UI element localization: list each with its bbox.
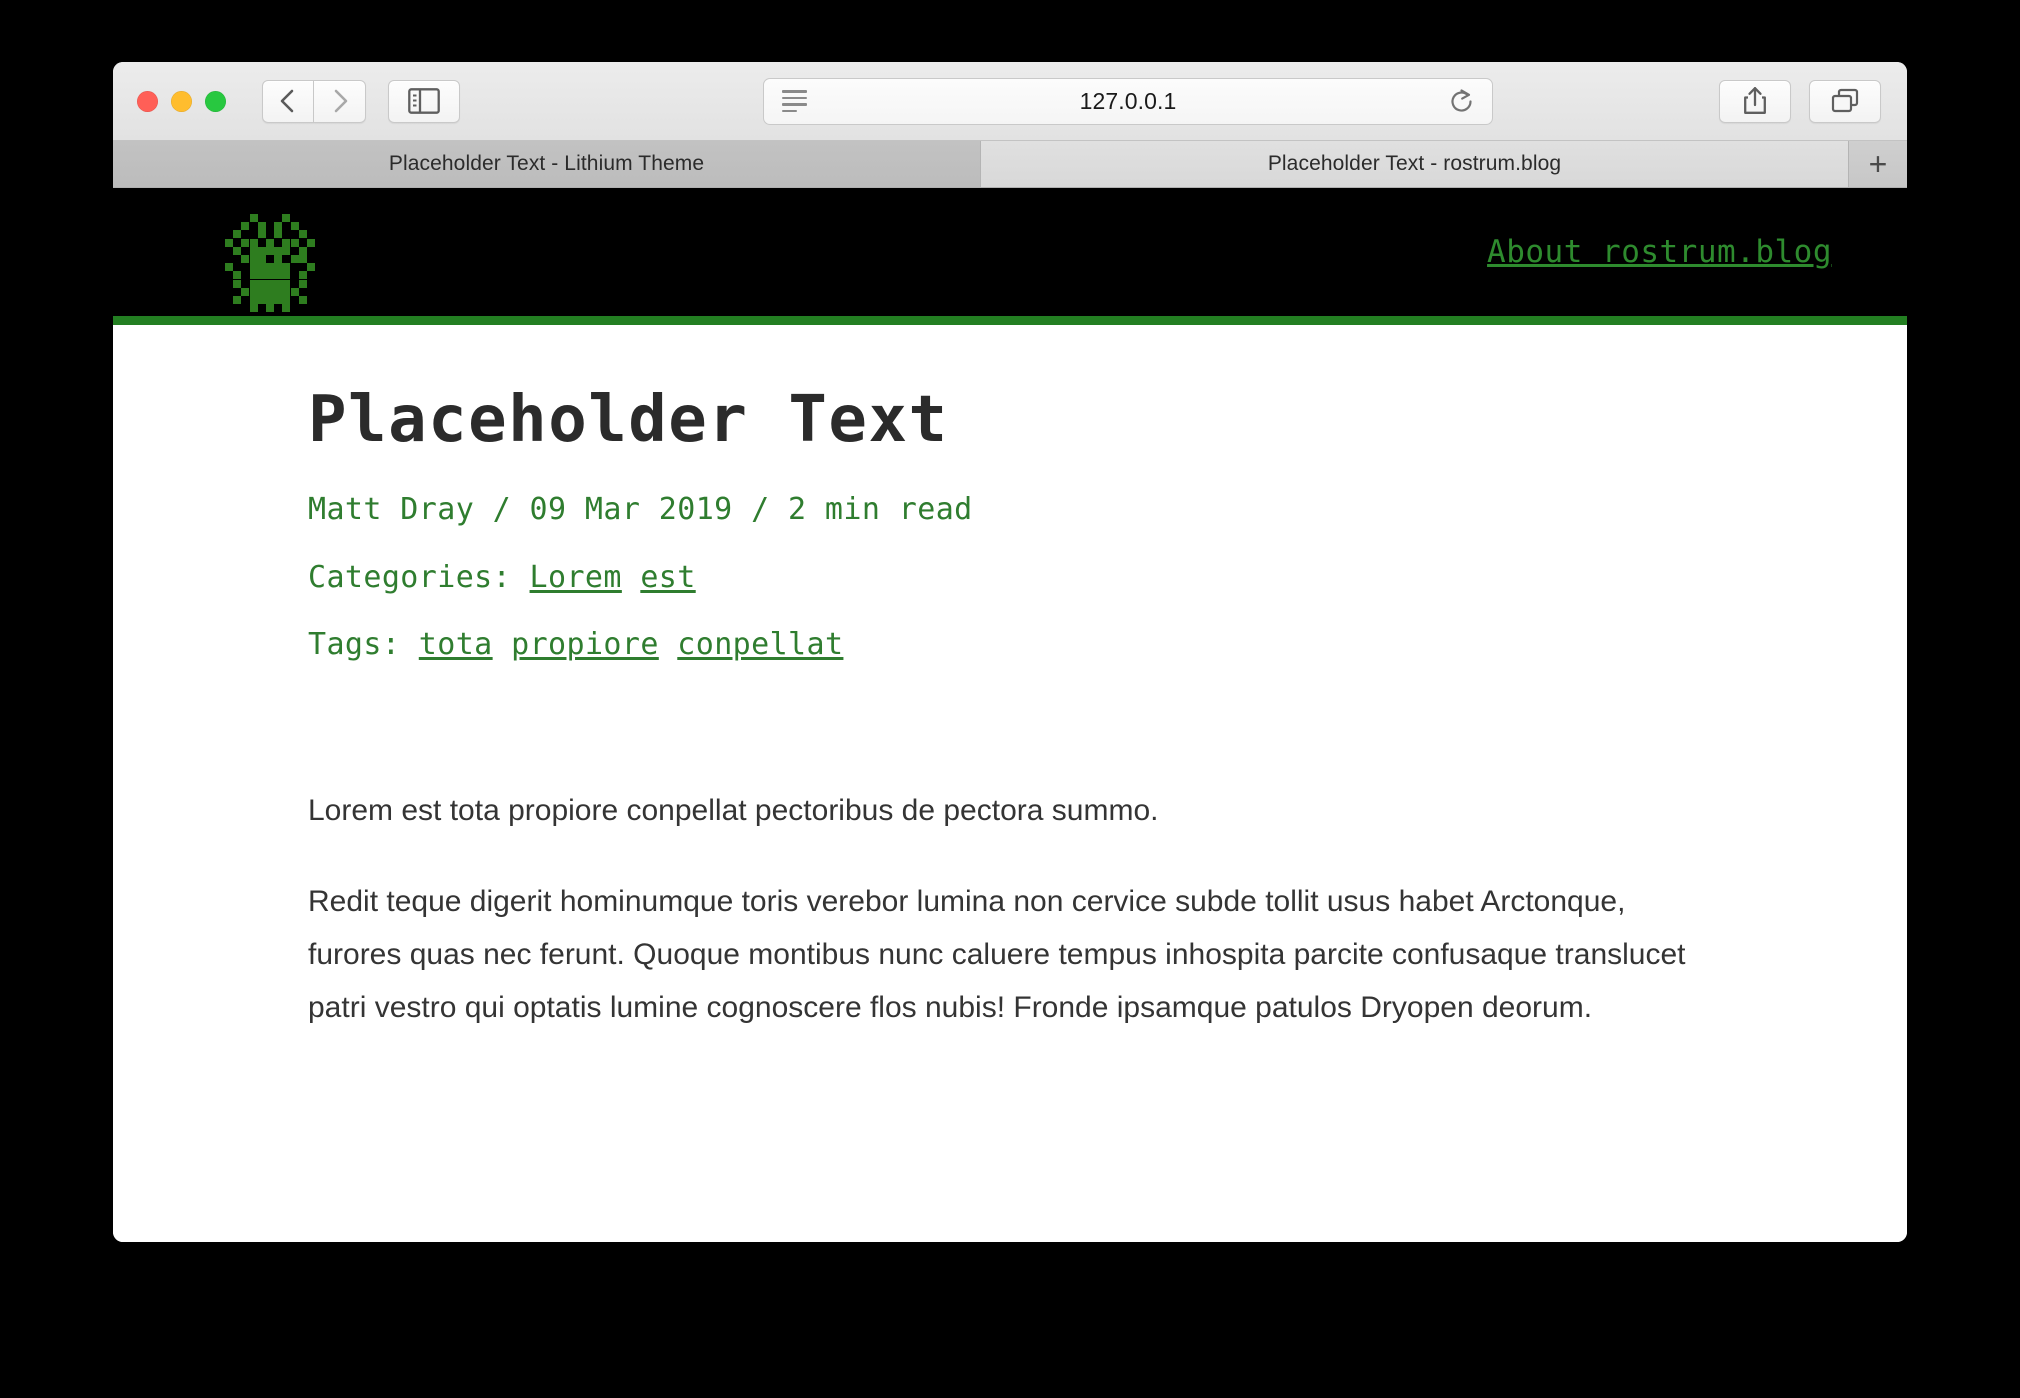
paragraph-2: Redit teque digerit hominumque toris ver… <box>308 885 1686 1025</box>
maximize-window-button[interactable] <box>205 90 226 112</box>
tab-overview-icon <box>1831 88 1859 113</box>
site-header: About rostrum.blog <box>113 188 1907 325</box>
reader-view-icon[interactable] <box>782 90 807 112</box>
share-icon <box>1744 87 1766 114</box>
reload-button[interactable] <box>1446 86 1476 116</box>
navigation-buttons <box>262 79 366 123</box>
paragraph-1: Lorem est tota propiore conpellat pector… <box>308 794 1159 828</box>
address-bar[interactable]: 127.0.0.1 <box>763 77 1493 125</box>
tab-bar: Placeholder Text - Lithium Theme Placeho… <box>113 141 1907 188</box>
post-categories: Categories: Lorem est <box>308 560 1907 595</box>
chevron-right-icon <box>334 89 347 113</box>
browser-tab-2[interactable]: Placeholder Text - rostrum.blog <box>981 141 1849 187</box>
tag-link-3[interactable]: conpellat <box>677 627 843 662</box>
post-body: Lorem est tota propiore conpellat pector… <box>308 784 1907 1034</box>
toolbar-right-buttons <box>1719 79 1881 123</box>
tab-overview-button[interactable] <box>1809 79 1881 123</box>
tag-link-2[interactable]: propiore <box>511 627 659 662</box>
browser-window: 127.0.0.1 Placeholder Text - Lithium The… <box>113 62 1907 1242</box>
page-title: Placeholder Text <box>308 383 949 457</box>
sidebar-icon <box>408 88 440 114</box>
new-tab-button[interactable]: + <box>1849 141 1907 187</box>
categories-label: Categories: <box>308 560 512 596</box>
article: Placeholder Text Matt Dray / 09 Mar 2019… <box>113 325 1907 1035</box>
reload-icon <box>1450 88 1472 112</box>
browser-toolbar: 127.0.0.1 <box>113 62 1907 141</box>
tab-title: Placeholder Text - Lithium Theme <box>388 152 705 175</box>
chevron-left-icon <box>280 89 294 113</box>
pixel-beetle-logo-icon[interactable] <box>225 214 315 314</box>
post-tags: Tags: tota propiore conpellat <box>308 627 1907 662</box>
window-controls <box>137 90 226 112</box>
category-link-2[interactable]: est <box>640 560 695 595</box>
browser-tab-1[interactable]: Placeholder Text - Lithium Theme <box>113 141 981 187</box>
close-window-button[interactable] <box>137 90 158 112</box>
tags-label: Tags: <box>308 627 401 663</box>
show-sidebar-button[interactable] <box>388 79 460 123</box>
post-meta: Matt Dray / 09 Mar 2019 / 2 min read <box>308 492 973 528</box>
nav-link-about[interactable]: About rostrum.blog <box>1487 234 1832 270</box>
share-button[interactable] <box>1719 79 1791 123</box>
page-content: About rostrum.blog Placeholder Text Matt… <box>113 188 1907 1242</box>
tag-link-1[interactable]: tota <box>419 627 493 662</box>
minimize-window-button[interactable] <box>171 90 192 112</box>
tab-title: Placeholder Text - rostrum.blog <box>1267 152 1562 175</box>
back-button[interactable] <box>262 79 314 123</box>
url-text: 127.0.0.1 <box>1079 87 1177 114</box>
category-link-1[interactable]: Lorem <box>530 560 622 595</box>
forward-button[interactable] <box>314 79 366 123</box>
